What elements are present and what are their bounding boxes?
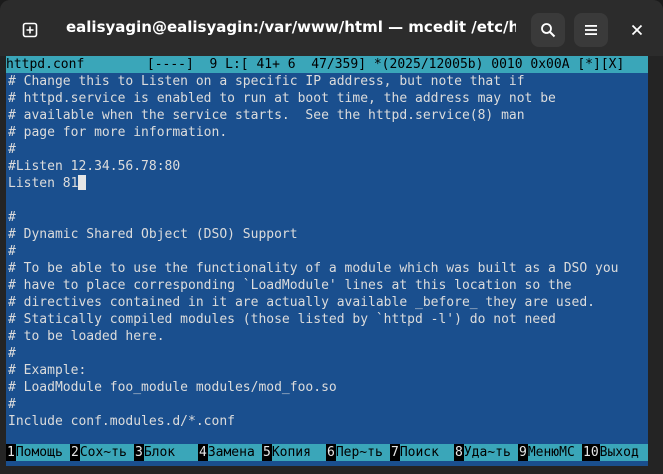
editor-line[interactable]: # Statically compiled modules (those lis… <box>8 311 648 328</box>
editor-line-text: # available when the service starts. See… <box>8 108 525 123</box>
editor-line-text: # Dynamic Shared Object (DSO) Support <box>8 227 298 242</box>
editor-line-text: # <box>8 397 16 412</box>
fkey-9-button[interactable]: 9 МенюМС <box>518 444 582 461</box>
editor-line-text: # <box>8 210 16 225</box>
editor-line-text: # Change this to Listen on a specific IP… <box>8 74 525 89</box>
new-tab-button[interactable] <box>13 13 47 47</box>
fkey-2-button[interactable]: 2 Сох~ть <box>70 444 134 461</box>
fkey-label: Копия <box>271 444 326 461</box>
editor-line[interactable]: # to be loaded here. <box>8 328 648 345</box>
fkey-number: 4 <box>198 444 208 461</box>
editor-line-text: # To be able to use the functionality of… <box>8 261 619 276</box>
editor-line-text: # <box>8 244 16 259</box>
function-key-bar: 1 Помощь 2 Сох~ть 3 Блок 4 Замена 5 Копия 6 Пер~ть 7… <box>6 444 648 461</box>
fkey-8-button[interactable]: 8 Уда~ть <box>454 444 518 461</box>
editor-line[interactable]: Listen 81 <box>8 175 648 192</box>
fkey-number: 2 <box>70 444 80 461</box>
editor-line[interactable]: # <box>8 345 648 362</box>
editor-line-text: # to be loaded here. <box>8 329 165 344</box>
editor-line[interactable]: # have to place corresponding `LoadModul… <box>8 277 648 294</box>
fkey-label: Пер~ть <box>335 444 390 461</box>
editor-status-line: httpd.conf [----] 9 L:[ 41+ 6 47/359] *(… <box>6 56 648 73</box>
fkey-number: 6 <box>326 444 336 461</box>
close-button[interactable] <box>620 13 654 47</box>
fkey-10-button[interactable]: 10 Выход <box>582 444 648 461</box>
fkey-1-button[interactable]: 1 Помощь <box>6 444 70 461</box>
editor-line[interactable]: Include conf.modules.d/*.conf <box>8 413 648 430</box>
terminal-window: ealisyagin@ealisyagin:/var/www/html — mc… <box>0 0 663 474</box>
fkey-number: 1 <box>6 444 16 461</box>
editor-line[interactable]: # directives contained in it are actuall… <box>8 294 648 311</box>
fkey-5-button[interactable]: 5 Копия <box>262 444 326 461</box>
search-button[interactable] <box>531 13 565 47</box>
editor-line[interactable] <box>8 192 648 209</box>
editor-line[interactable]: #Listen 12.34.56.78:80 <box>8 158 648 175</box>
fkey-3-button[interactable]: 3 Блок <box>134 444 198 461</box>
editor-line-text: # httpd.service is enabled to run at boo… <box>8 91 556 106</box>
fkey-7-button[interactable]: 7 Поиск <box>390 444 454 461</box>
fkey-number: 10 <box>582 444 600 461</box>
close-icon <box>631 24 643 36</box>
editor-line[interactable]: # LoadModule foo_module modules/mod_foo.… <box>8 379 648 396</box>
fkey-label: Сох~ть <box>79 444 134 461</box>
editor-line-text: # <box>8 346 16 361</box>
editor-line[interactable]: # <box>8 209 648 226</box>
editor-line-text: # LoadModule foo_module modules/mod_foo.… <box>8 380 337 395</box>
fkey-number: 7 <box>390 444 400 461</box>
editor-line[interactable]: # available when the service starts. See… <box>8 107 648 124</box>
fkey-label: Поиск <box>399 444 454 461</box>
editor-line[interactable]: # Change this to Listen on a specific IP… <box>8 73 648 90</box>
text-cursor <box>78 175 87 190</box>
fkey-6-button[interactable]: 6 Пер~ть <box>326 444 390 461</box>
fkey-number: 8 <box>454 444 464 461</box>
fkey-number: 9 <box>518 444 528 461</box>
editor-line-text: #Listen 12.34.56.78:80 <box>8 159 181 174</box>
menu-button[interactable] <box>574 13 608 47</box>
editor-line-text: # Example: <box>8 363 87 378</box>
fkey-label: Помощь <box>15 444 70 461</box>
editor-line[interactable]: # Example: <box>8 362 648 379</box>
editor-line-text: Include conf.modules.d/*.conf <box>8 414 235 429</box>
editor-line-text: # Statically compiled modules (those lis… <box>8 312 556 327</box>
window-title: ealisyagin@ealisyagin:/var/www/html — mc… <box>66 18 516 36</box>
editor-line[interactable]: # <box>8 243 648 260</box>
editor-line[interactable]: # <box>8 396 648 413</box>
editor-line[interactable]: # To be able to use the functionality of… <box>8 260 648 277</box>
editor-line-text: # have to place corresponding `LoadModul… <box>8 278 572 293</box>
fkey-label: МенюМС <box>527 444 582 461</box>
editor-line-text: # <box>8 142 16 157</box>
editor-line[interactable]: # page for more information. <box>8 124 648 141</box>
fkey-label: Замена <box>207 444 262 461</box>
editor-line[interactable]: # Dynamic Shared Object (DSO) Support <box>8 226 648 243</box>
fkey-number: 5 <box>262 444 272 461</box>
editor-line[interactable]: # httpd.service is enabled to run at boo… <box>8 90 648 107</box>
fkey-label: Блок <box>143 444 198 461</box>
editor-line-text: # directives contained in it are actuall… <box>8 295 595 310</box>
new-tab-icon <box>22 22 38 38</box>
titlebar: ealisyagin@ealisyagin:/var/www/html — mc… <box>0 0 663 56</box>
fkey-number: 3 <box>134 444 144 461</box>
search-icon <box>541 23 556 38</box>
fkey-4-button[interactable]: 4 Замена <box>198 444 262 461</box>
editor-line-text: # page for more information. <box>8 125 228 140</box>
fkey-label: Выход <box>599 444 648 461</box>
mcedit-editor[interactable]: httpd.conf [----] 9 L:[ 41+ 6 47/359] *(… <box>6 56 648 466</box>
editor-text-area[interactable]: # Change this to Listen on a specific IP… <box>8 73 648 447</box>
hamburger-menu-icon <box>585 25 597 35</box>
editor-line-text: Listen 81 <box>8 176 79 191</box>
fkey-label: Уда~ть <box>463 444 518 461</box>
editor-line[interactable]: # <box>8 141 648 158</box>
